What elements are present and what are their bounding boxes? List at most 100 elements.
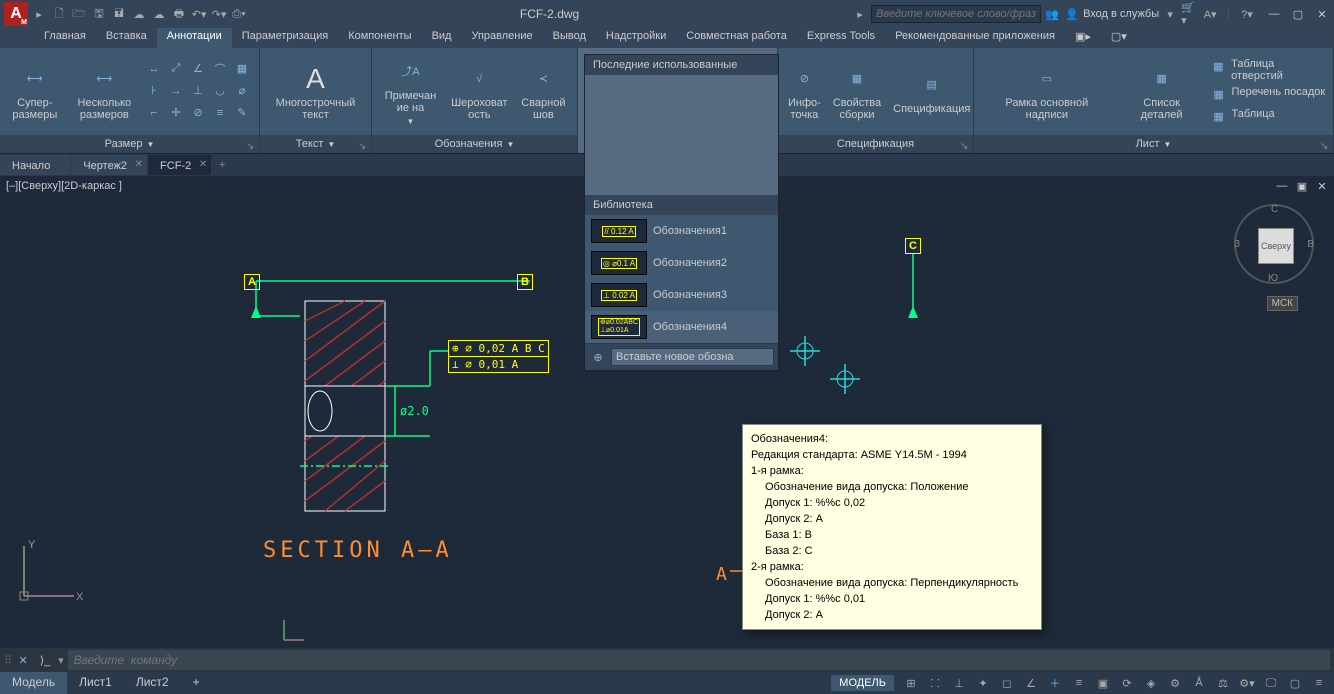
share-icon[interactable]: ⎙▾ xyxy=(230,5,248,23)
gallery-item-3[interactable]: ⊥ 0.02 AОбозначения3 xyxy=(585,279,778,311)
rtab-express[interactable]: Express Tools xyxy=(797,28,885,48)
sb-qs-icon[interactable]: ⚙ xyxy=(1164,673,1186,693)
search-play-icon[interactable]: ▸ xyxy=(851,5,869,23)
panel-spec-title[interactable]: Спецификация xyxy=(778,135,973,153)
signin-link[interactable]: Вход в службы xyxy=(1083,8,1159,20)
super-dim-button[interactable]: ⟷ Супер-размеры xyxy=(6,61,64,123)
dim-angle-icon[interactable]: ∠ xyxy=(189,60,207,78)
rtab-param[interactable]: Параметризация xyxy=(232,28,338,48)
vp-max-icon[interactable]: ▣ xyxy=(1294,178,1310,194)
surface-button[interactable]: √ Шероховат ость xyxy=(447,61,512,123)
signin-dd-icon[interactable]: ▾ xyxy=(1161,5,1179,23)
rtab-comp[interactable]: Компоненты xyxy=(338,28,421,48)
print-icon[interactable]: 🖶 xyxy=(170,5,188,23)
panel-text-title[interactable]: Текст▼ xyxy=(260,135,371,153)
dim-brk-icon[interactable]: ⊘ xyxy=(189,104,207,122)
dim-edit-icon[interactable]: ✎ xyxy=(233,104,251,122)
undo-icon[interactable]: ↶▾ xyxy=(190,5,208,23)
doctab-1-close-icon[interactable]: ✕ xyxy=(135,159,143,170)
help-icon[interactable]: ?▾ xyxy=(1238,5,1256,23)
sb-model-badge[interactable]: МОДЕЛЬ xyxy=(831,675,894,691)
vp-close-icon[interactable]: ✕ xyxy=(1314,178,1330,194)
panel-dim-title[interactable]: Размер▼ xyxy=(0,135,259,153)
sb-snap-icon[interactable]: ⸬ xyxy=(924,673,946,693)
multi-dim-button[interactable]: ⟷ Несколько размеров xyxy=(68,61,141,123)
sb-ortho-icon[interactable]: ⊥ xyxy=(948,673,970,693)
wcs-badge[interactable]: МСК xyxy=(1267,296,1298,311)
weld-button[interactable]: ≺ Сварной шов xyxy=(516,61,571,123)
rtab-play-icon[interactable]: ▣▸ xyxy=(1065,28,1101,48)
sb-polar-icon[interactable]: ✦ xyxy=(972,673,994,693)
sb-3d-icon[interactable]: ◈ xyxy=(1140,673,1162,693)
redo-icon[interactable]: ↷▾ xyxy=(210,5,228,23)
rtab-addins[interactable]: Надстройки xyxy=(596,28,676,48)
fittable-button[interactable]: ▦Перечень посадок xyxy=(1210,86,1327,104)
dim-dia-icon[interactable]: ⌀ xyxy=(233,82,251,100)
dim-linear-icon[interactable]: ↔ xyxy=(145,60,163,78)
sb-cyc-icon[interactable]: ⟳ xyxy=(1116,673,1138,693)
sb-lw-icon[interactable]: ≡ xyxy=(1068,673,1090,693)
sb-scale-icon[interactable]: ⚖ xyxy=(1212,673,1234,693)
layout-model[interactable]: Модель xyxy=(0,672,67,694)
holetable-button[interactable]: ▦Таблица отверстий xyxy=(1210,58,1327,82)
minimize-icon[interactable]: — xyxy=(1266,6,1282,22)
new-file-icon[interactable]: 🗋 xyxy=(50,5,68,23)
dim-cen-icon[interactable]: ✛ xyxy=(167,104,185,122)
new-icon[interactable]: ▸ xyxy=(30,5,48,23)
sb-ws-icon[interactable]: ⚙▾ xyxy=(1236,673,1258,693)
cloud-open-icon[interactable]: ☁ xyxy=(130,5,148,23)
sb-anno-icon[interactable]: Å xyxy=(1188,673,1210,693)
table-button[interactable]: ▦Таблица xyxy=(1210,108,1327,126)
save-icon[interactable]: 🖫 xyxy=(90,5,108,23)
infopoint-button[interactable]: ⊘ Инфо-точка xyxy=(784,61,825,123)
partslist-button[interactable]: ▦ Список деталей xyxy=(1118,61,1206,123)
rtab-collapse-icon[interactable]: ▢▾ xyxy=(1101,28,1137,48)
layout-1[interactable]: Лист1 xyxy=(67,672,124,694)
dim-tol-icon[interactable]: ▦ xyxy=(233,60,251,78)
saveas-icon[interactable]: 🖬 xyxy=(110,5,128,23)
sb-clean-icon[interactable]: ▢ xyxy=(1284,673,1306,693)
gallery-item-4[interactable]: ⊕⌀0.02ABC⊥⌀0.01AОбозначения4 xyxy=(585,311,778,343)
rtab-home[interactable]: Главная xyxy=(34,28,96,48)
sb-trans-icon[interactable]: ▣ xyxy=(1092,673,1114,693)
vc-face[interactable]: Сверху xyxy=(1258,228,1294,264)
app-logo[interactable]: A xyxy=(4,2,28,26)
dim-spc-icon[interactable]: ≡ xyxy=(211,104,229,122)
sb-dyn-icon[interactable]: ＋ xyxy=(1044,673,1066,693)
panel-dim-launcher-icon[interactable]: ↘ xyxy=(246,141,256,151)
rtab-collab[interactable]: Совместная работа xyxy=(676,28,797,48)
cmd-close-icon[interactable]: ✕ xyxy=(14,651,32,669)
rtab-output[interactable]: Вывод xyxy=(543,28,596,48)
panel-spec-launcher-icon[interactable]: ↘ xyxy=(960,141,970,151)
gallery-new-icon[interactable]: ⊕ xyxy=(589,348,607,366)
sb-mon-icon[interactable]: 🖵 xyxy=(1260,673,1282,693)
user-icon[interactable]: 👤 xyxy=(1063,5,1081,23)
rtab-insert[interactable]: Вставка xyxy=(96,28,157,48)
dim-rad-icon[interactable]: ◡ xyxy=(211,82,229,100)
sb-otrack-icon[interactable]: ∠ xyxy=(1020,673,1042,693)
gallery-item-2[interactable]: ◎ ⌀0.1 AОбозначения2 xyxy=(585,247,778,279)
vc-west[interactable]: З xyxy=(1234,239,1240,250)
dim-ord-icon[interactable]: ⊥ xyxy=(189,82,207,100)
open-icon[interactable]: 🗁 xyxy=(70,5,88,23)
vp-min-icon[interactable]: — xyxy=(1274,178,1290,194)
vc-south[interactable]: Ю xyxy=(1268,273,1278,284)
doctab-add-icon[interactable]: + xyxy=(212,155,232,175)
a360-icon[interactable]: 👥 xyxy=(1043,5,1061,23)
command-input[interactable] xyxy=(68,650,1330,670)
layout-add-icon[interactable]: + xyxy=(181,672,212,694)
layout-2[interactable]: Лист2 xyxy=(124,672,181,694)
doctab-2[interactable]: FCF-2✕ xyxy=(148,155,211,175)
panel-sheet-launcher-icon[interactable]: ↘ xyxy=(1320,141,1330,151)
rtab-apps[interactable]: Рекомендованные приложения xyxy=(885,28,1065,48)
search-input[interactable] xyxy=(871,5,1041,23)
sb-grid-icon[interactable]: ⊞ xyxy=(900,673,922,693)
dim-jog-icon[interactable]: ⌐ xyxy=(145,104,163,122)
doctab-1[interactable]: Чертеж2✕ xyxy=(71,155,147,175)
viewcube[interactable]: С Ю В З Сверху xyxy=(1234,204,1314,284)
dim-align-icon[interactable]: ⤢ xyxy=(167,60,185,78)
gallery-name-input[interactable] xyxy=(611,348,774,366)
assy-props-button[interactable]: ▦ Свойства сборки xyxy=(829,61,885,123)
vc-north[interactable]: С xyxy=(1271,204,1278,215)
sb-osnap-icon[interactable]: ◻ xyxy=(996,673,1018,693)
